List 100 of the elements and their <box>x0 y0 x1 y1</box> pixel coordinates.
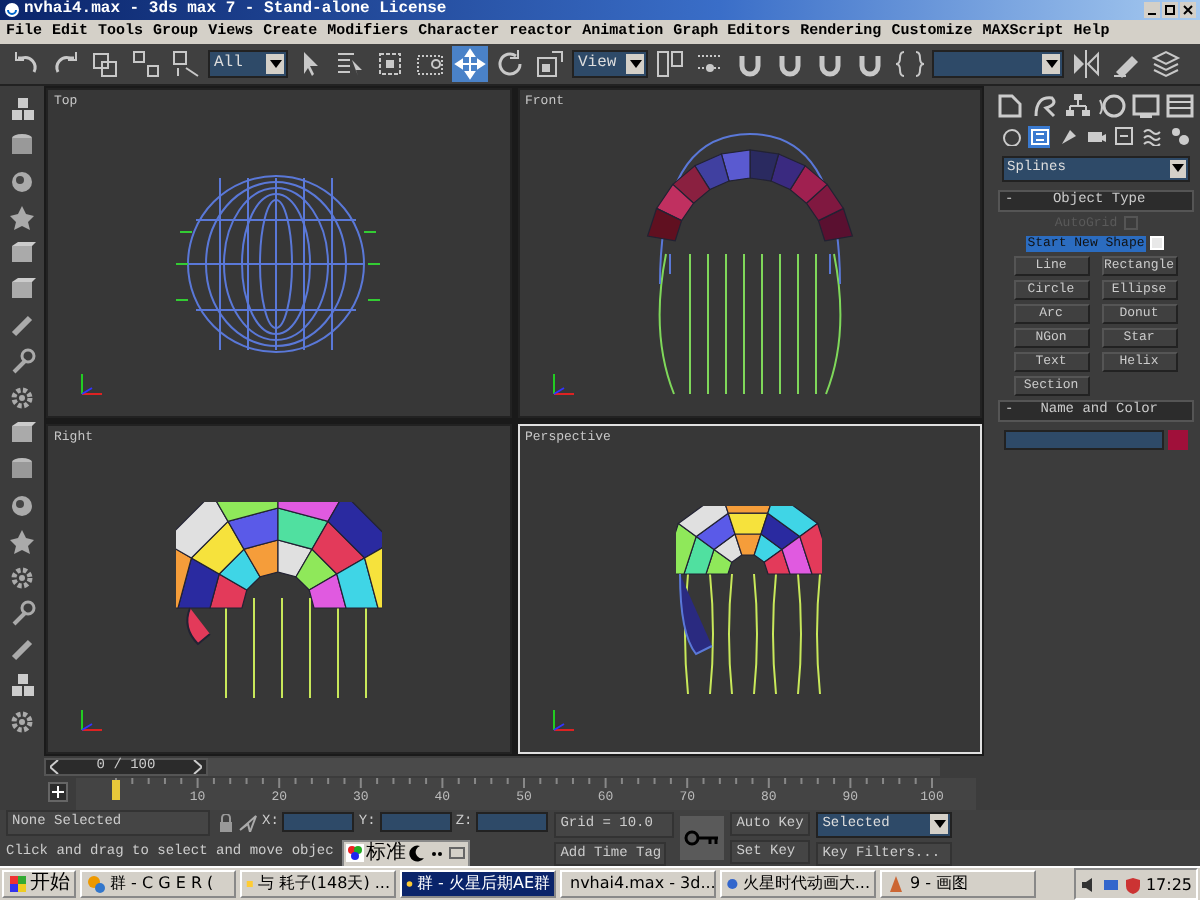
utilities-tab[interactable] <box>1165 91 1195 122</box>
taskbar-button[interactable]: 9 - 画图 <box>880 870 1036 898</box>
gear-icon <box>8 707 36 736</box>
clock: 17:25 <box>1145 875 1192 893</box>
modify-icon <box>1030 92 1058 121</box>
camera-icon <box>1085 126 1105 147</box>
moon-icon[interactable] <box>407 844 426 862</box>
ime-logo-icon[interactable] <box>345 844 364 862</box>
set-key-icon-button[interactable] <box>680 816 725 860</box>
taskbar-button[interactable]: 与 耗子(148天) ... <box>240 870 396 898</box>
display-tab[interactable] <box>1131 91 1161 122</box>
name-field[interactable] <box>1003 429 1163 450</box>
box-icon <box>8 275 36 304</box>
gear-icon <box>8 563 36 592</box>
cylinder-icon <box>8 131 36 160</box>
caret-icon <box>1045 59 1057 68</box>
sphere-outline-icon <box>1001 126 1021 147</box>
key-icon <box>684 830 721 846</box>
track-view-button[interactable] <box>48 782 68 802</box>
bind-icon <box>170 47 202 80</box>
time-thumb[interactable] <box>112 780 120 800</box>
windows-logo-icon <box>8 874 28 894</box>
taskbar-button[interactable]: 火星时代动画大... <box>720 870 876 898</box>
sphere-icon <box>8 167 36 196</box>
helper-icon <box>1113 126 1133 147</box>
motion-icon <box>1098 92 1126 121</box>
arrows-icon <box>50 784 66 800</box>
axis-tripod-icon <box>547 704 579 737</box>
window-title: nvhai4.max - 3ds max 7 - Stand-alone License <box>24 0 449 20</box>
caret-icon <box>269 59 281 68</box>
create-icon <box>996 92 1024 121</box>
sphere-outline-category-button[interactable] <box>1000 125 1022 148</box>
pivot-button[interactable] <box>652 45 688 82</box>
keyboard-icon[interactable] <box>447 844 466 862</box>
mirror-icon <box>1070 47 1102 80</box>
start-button[interactable]: 开始 <box>2 870 76 898</box>
shapes-category-button[interactable] <box>1028 125 1050 148</box>
move-icon <box>454 47 486 80</box>
box-icon <box>8 419 36 448</box>
wave-icon <box>1141 126 1161 147</box>
cursor-icon[interactable] <box>238 813 258 831</box>
coordinate-field[interactable] <box>379 812 452 832</box>
helper-category-button[interactable] <box>1112 125 1134 148</box>
mirror-button[interactable] <box>1068 45 1104 82</box>
dropdown-value: All <box>212 51 243 76</box>
braces-button[interactable] <box>892 45 928 82</box>
boxes-button[interactable] <box>6 93 38 126</box>
lock-icon[interactable] <box>218 813 234 831</box>
layers-icon <box>1150 47 1182 80</box>
caret-icon <box>629 59 641 68</box>
axis-tripod-icon <box>76 704 108 737</box>
display-icon <box>1132 92 1160 121</box>
paint-icon <box>886 874 906 894</box>
motion-tab[interactable] <box>1097 91 1127 122</box>
move-button[interactable] <box>452 45 488 82</box>
speaker-icon[interactable] <box>1079 875 1098 893</box>
selection-filter-dropdown[interactable]: All <box>208 49 288 78</box>
wave-category-button[interactable] <box>1140 125 1162 148</box>
caret-icon <box>933 820 946 828</box>
rotate-button[interactable] <box>492 45 528 82</box>
rotate-icon <box>494 47 526 80</box>
taskbar-button[interactable]: 群 - C G E R ( <box>80 870 236 898</box>
utilities-icon <box>1166 92 1194 121</box>
coordinate-field[interactable] <box>282 812 355 832</box>
color-swatch[interactable] <box>1167 429 1187 450</box>
boxes-button[interactable] <box>6 669 38 702</box>
gear-icon <box>8 383 36 412</box>
taskbar-button[interactable]: nvhai4.max - 3d... <box>560 870 716 898</box>
start-new-shape-checkbox[interactable] <box>1150 236 1165 251</box>
scale-icon <box>534 47 566 80</box>
star-button[interactable] <box>6 525 38 558</box>
minimize-icon[interactable] <box>1144 2 1160 18</box>
named-selection-field[interactable] <box>932 49 1064 78</box>
modify-tab[interactable] <box>1029 91 1059 122</box>
close-icon[interactable] <box>1180 2 1196 18</box>
taskbar-button[interactable]: 群 - 火星后期AE群 <box>400 870 556 898</box>
shield-icon[interactable] <box>1123 875 1142 893</box>
dropdown-value: View <box>576 51 617 76</box>
coordinate-field[interactable] <box>476 812 549 832</box>
star-icon <box>8 527 36 556</box>
caret-icon <box>1171 164 1183 173</box>
sphere-icon <box>8 491 36 520</box>
app-logo-icon <box>4 2 20 18</box>
restore-icon[interactable] <box>1162 2 1178 18</box>
pivot-icon <box>654 47 686 80</box>
boxes-icon <box>8 671 36 700</box>
create-tab[interactable] <box>995 91 1025 122</box>
shapes-icon <box>1029 126 1049 147</box>
hierarchy-tab[interactable] <box>1063 91 1093 122</box>
link-icon <box>90 47 122 80</box>
box-icon <box>8 239 36 268</box>
hierarchy-icon <box>1064 92 1092 121</box>
ime-mode[interactable]: 标准 <box>365 843 406 863</box>
bind-button[interactable] <box>168 45 204 82</box>
network-icon[interactable] <box>1101 875 1120 893</box>
star-button[interactable] <box>6 201 38 234</box>
cylinder-icon <box>8 455 36 484</box>
braces-icon <box>894 47 926 80</box>
reference-coordinate-dropdown[interactable]: View <box>572 49 648 78</box>
scale-button[interactable] <box>532 45 568 82</box>
